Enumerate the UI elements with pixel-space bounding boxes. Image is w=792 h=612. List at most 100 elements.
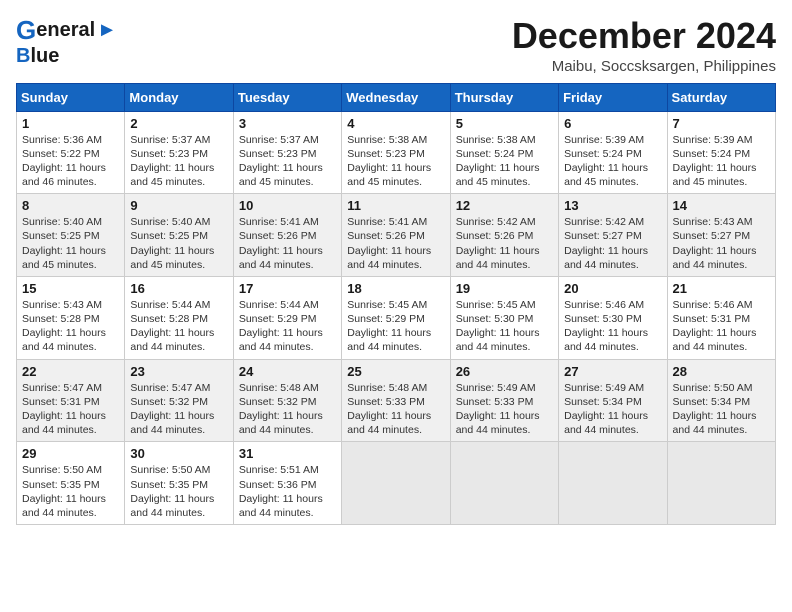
calendar-cell: 24Sunrise: 5:48 AMSunset: 5:32 PMDayligh… <box>233 359 341 442</box>
calendar-week-row: 22 Sunrise: 5:47 AMSunset: 5:31 PMDayligh… <box>17 359 776 442</box>
calendar-cell: 16 Sunrise: 5:44 AMSunset: 5:28 PMDayligh… <box>125 276 233 359</box>
day-number: 2 <box>130 116 227 131</box>
calendar-week-row: 1Sunrise: 5:36 AMSunset: 5:22 PMDaylight… <box>17 111 776 194</box>
calendar-cell: 4Sunrise: 5:38 AMSunset: 5:23 PMDaylight… <box>342 111 450 194</box>
day-number: 23 <box>130 364 227 379</box>
logo-lue: lue <box>30 45 59 67</box>
calendar-cell: 11 Sunrise: 5:41 AMSunset: 5:26 PMDayligh… <box>342 194 450 277</box>
day-info: Sunrise: 5:47 AMSunset: 5:31 PMDaylight:… <box>22 381 119 438</box>
day-header-tuesday: Tuesday <box>233 83 341 111</box>
day-number: 4 <box>347 116 444 131</box>
calendar-cell: 19 Sunrise: 5:45 AMSunset: 5:30 PMDayligh… <box>450 276 558 359</box>
day-info: Sunrise: 5:41 AMSunset: 5:26 PMDaylight:… <box>239 215 336 272</box>
day-number: 25 <box>347 364 444 379</box>
calendar-cell: 30 Sunrise: 5:50 AMSunset: 5:35 PMDayligh… <box>125 442 233 525</box>
day-header-saturday: Saturday <box>667 83 775 111</box>
day-number: 29 <box>22 446 119 461</box>
calendar: SundayMondayTuesdayWednesdayThursdayFrid… <box>16 83 776 525</box>
day-info: Sunrise: 5:51 AMSunset: 5:36 PMDaylight:… <box>239 463 336 520</box>
month-title: December 2024 <box>512 16 776 56</box>
day-number: 30 <box>130 446 227 461</box>
calendar-cell: 18 Sunrise: 5:45 AMSunset: 5:29 PMDayligh… <box>342 276 450 359</box>
day-header-monday: Monday <box>125 83 233 111</box>
calendar-cell: 9Sunrise: 5:40 AMSunset: 5:25 PMDaylight… <box>125 194 233 277</box>
day-info: Sunrise: 5:37 AMSunset: 5:23 PMDaylight:… <box>239 133 336 190</box>
day-number: 8 <box>22 198 119 213</box>
day-info: Sunrise: 5:47 AMSunset: 5:32 PMDaylight:… <box>130 381 227 438</box>
day-number: 5 <box>456 116 553 131</box>
day-header-friday: Friday <box>559 83 667 111</box>
logo-bird-icon: ► <box>97 19 117 41</box>
day-info: Sunrise: 5:45 AMSunset: 5:29 PMDaylight:… <box>347 298 444 355</box>
day-info: Sunrise: 5:44 AMSunset: 5:28 PMDaylight:… <box>130 298 227 355</box>
calendar-cell: 31 Sunrise: 5:51 AMSunset: 5:36 PMDayligh… <box>233 442 341 525</box>
day-info: Sunrise: 5:45 AMSunset: 5:30 PMDaylight:… <box>456 298 553 355</box>
day-info: Sunrise: 5:41 AMSunset: 5:26 PMDaylight:… <box>347 215 444 272</box>
calendar-cell: 21 Sunrise: 5:46 AMSunset: 5:31 PMDayligh… <box>667 276 775 359</box>
calendar-cell: 1Sunrise: 5:36 AMSunset: 5:22 PMDaylight… <box>17 111 125 194</box>
day-number: 6 <box>564 116 661 131</box>
day-number: 15 <box>22 281 119 296</box>
calendar-cell: 13 Sunrise: 5:42 AMSunset: 5:27 PMDayligh… <box>559 194 667 277</box>
calendar-cell: 27Sunrise: 5:49 AMSunset: 5:34 PMDayligh… <box>559 359 667 442</box>
location: Maibu, Soccsksargen, Philippines <box>512 58 776 75</box>
day-number: 3 <box>239 116 336 131</box>
day-info: Sunrise: 5:46 AMSunset: 5:30 PMDaylight:… <box>564 298 661 355</box>
calendar-cell: 12Sunrise: 5:42 AMSunset: 5:26 PMDayligh… <box>450 194 558 277</box>
logo-b: B <box>16 45 30 67</box>
day-info: Sunrise: 5:44 AMSunset: 5:29 PMDaylight:… <box>239 298 336 355</box>
calendar-cell <box>559 442 667 525</box>
day-info: Sunrise: 5:43 AMSunset: 5:28 PMDaylight:… <box>22 298 119 355</box>
calendar-cell: 28 Sunrise: 5:50 AMSunset: 5:34 PMDayligh… <box>667 359 775 442</box>
calendar-cell: 17 Sunrise: 5:44 AMSunset: 5:29 PMDayligh… <box>233 276 341 359</box>
day-info: Sunrise: 5:48 AMSunset: 5:33 PMDaylight:… <box>347 381 444 438</box>
calendar-cell: 23 Sunrise: 5:47 AMSunset: 5:32 PMDayligh… <box>125 359 233 442</box>
logo: G eneral ► B lue <box>16 16 117 67</box>
day-info: Sunrise: 5:39 AMSunset: 5:24 PMDaylight:… <box>564 133 661 190</box>
day-number: 10 <box>239 198 336 213</box>
day-number: 12 <box>456 198 553 213</box>
day-number: 21 <box>673 281 770 296</box>
calendar-cell <box>667 442 775 525</box>
calendar-cell: 22 Sunrise: 5:47 AMSunset: 5:31 PMDayligh… <box>17 359 125 442</box>
calendar-week-row: 29 Sunrise: 5:50 AMSunset: 5:35 PMDayligh… <box>17 442 776 525</box>
day-info: Sunrise: 5:50 AMSunset: 5:35 PMDaylight:… <box>130 463 227 520</box>
calendar-cell: 8Sunrise: 5:40 AMSunset: 5:25 PMDaylight… <box>17 194 125 277</box>
day-number: 26 <box>456 364 553 379</box>
day-info: Sunrise: 5:49 AMSunset: 5:33 PMDaylight:… <box>456 381 553 438</box>
day-info: Sunrise: 5:40 AMSunset: 5:25 PMDaylight:… <box>130 215 227 272</box>
calendar-cell <box>450 442 558 525</box>
calendar-cell: 10 Sunrise: 5:41 AMSunset: 5:26 PMDayligh… <box>233 194 341 277</box>
calendar-cell: 6 Sunrise: 5:39 AMSunset: 5:24 PMDaylight… <box>559 111 667 194</box>
day-info: Sunrise: 5:46 AMSunset: 5:31 PMDaylight:… <box>673 298 770 355</box>
day-info: Sunrise: 5:37 AMSunset: 5:23 PMDaylight:… <box>130 133 227 190</box>
day-number: 1 <box>22 116 119 131</box>
day-number: 17 <box>239 281 336 296</box>
calendar-week-row: 8 Sunrise: 5:40 AMSunset: 5:25 PMDaylight… <box>17 194 776 277</box>
day-number: 20 <box>564 281 661 296</box>
day-info: Sunrise: 5:38 AMSunset: 5:24 PMDaylight:… <box>456 133 553 190</box>
day-info: Sunrise: 5:50 AMSunset: 5:34 PMDaylight:… <box>673 381 770 438</box>
day-number: 14 <box>673 198 770 213</box>
days-header-row: SundayMondayTuesdayWednesdayThursdayFrid… <box>17 83 776 111</box>
calendar-cell: 25 Sunrise: 5:48 AMSunset: 5:33 PMDayligh… <box>342 359 450 442</box>
day-number: 31 <box>239 446 336 461</box>
day-info: Sunrise: 5:42 AMSunset: 5:27 PMDaylight:… <box>564 215 661 272</box>
day-number: 19 <box>456 281 553 296</box>
calendar-cell: 15 Sunrise: 5:43 AMSunset: 5:28 PMDayligh… <box>17 276 125 359</box>
day-number: 13 <box>564 198 661 213</box>
calendar-cell <box>342 442 450 525</box>
day-number: 28 <box>673 364 770 379</box>
calendar-cell: 5 Sunrise: 5:38 AMSunset: 5:24 PMDaylight… <box>450 111 558 194</box>
day-number: 18 <box>347 281 444 296</box>
day-info: Sunrise: 5:49 AMSunset: 5:34 PMDaylight:… <box>564 381 661 438</box>
day-number: 22 <box>22 364 119 379</box>
day-number: 11 <box>347 198 444 213</box>
calendar-cell: 3 Sunrise: 5:37 AMSunset: 5:23 PMDaylight… <box>233 111 341 194</box>
day-number: 16 <box>130 281 227 296</box>
day-header-sunday: Sunday <box>17 83 125 111</box>
logo-eneral: eneral <box>36 19 95 41</box>
calendar-cell: 26 Sunrise: 5:49 AMSunset: 5:33 PMDayligh… <box>450 359 558 442</box>
title-section: December 2024 Maibu, Soccsksargen, Phili… <box>512 16 776 75</box>
calendar-cell: 7Sunrise: 5:39 AMSunset: 5:24 PMDaylight… <box>667 111 775 194</box>
